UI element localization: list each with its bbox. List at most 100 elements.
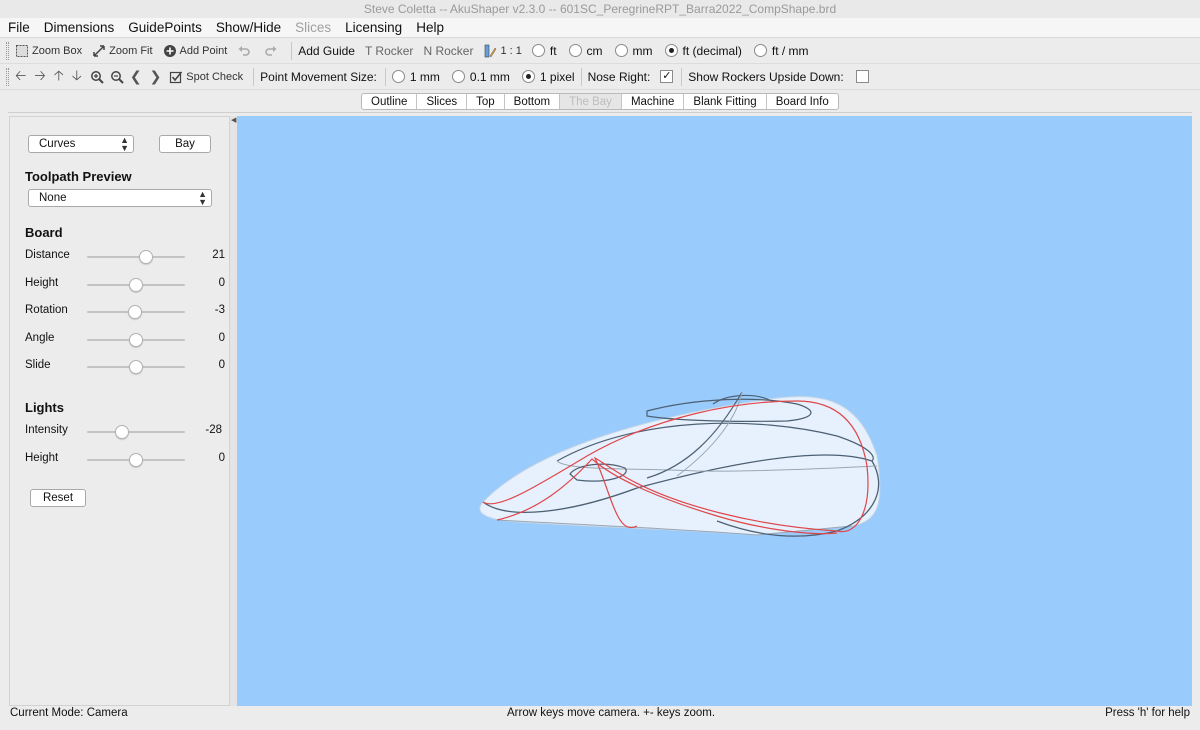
arrow-up-icon[interactable]: 🡡 [54,65,64,89]
help-hint-status: Press 'h' for help [1105,707,1190,719]
rockers-upside-down-checkbox[interactable] [855,70,869,83]
tab-machine[interactable]: Machine [622,94,685,109]
menu-slices[interactable]: Slices [295,20,331,35]
expand-arrows-icon [93,44,105,57]
t-rocker-button[interactable]: T Rocker [365,44,413,58]
arrow-down-icon[interactable]: 🡣 [72,65,82,89]
slider-knob[interactable] [129,278,143,292]
bay-3d-viewport[interactable] [237,116,1192,706]
toolbar-grip[interactable] [6,67,9,86]
intensity-slider[interactable] [87,425,185,439]
movement-label: 1 mm [409,69,440,84]
slide-slider[interactable] [87,360,185,374]
updown-icon: ▲ ▼ [120,135,129,153]
height-label: Height [25,277,59,289]
toolbar-separator [681,67,683,86]
view-tabs-bar: Outline Slices Top Bottom The Bay Machin… [8,91,1192,113]
radio-circle [391,70,405,83]
menu-file[interactable]: File [8,20,30,35]
unit-ft-decimal-radio[interactable]: ft (decimal) [664,44,742,58]
add-guide-button[interactable]: Add Guide [298,44,355,58]
rotation-value: -3 [214,304,225,316]
unit-ft-radio[interactable]: ft [531,44,557,58]
spot-check-label: Spot Check [186,70,244,83]
view-mode-select[interactable]: Curves ▲ ▼ [28,135,134,153]
angle-label: Angle [25,332,55,344]
collapse-arrow-icon[interactable]: ◀ [231,117,236,124]
plus-circle-icon [163,44,176,57]
redo-button[interactable] [264,44,281,58]
light-height-slider[interactable] [87,453,185,467]
slider-knob[interactable] [115,425,130,439]
reset-button[interactable]: Reset [30,489,86,507]
menu-show-hide[interactable]: Show/Hide [216,20,281,35]
nose-right-label: Nose Right: [587,69,651,84]
zoom-in-icon[interactable] [90,70,104,84]
movement-0-1mm-radio[interactable]: 0.1 mm [451,69,510,84]
unit-cm-radio[interactable]: cm [568,43,603,58]
intensity-label: Intensity [25,424,68,436]
toolbar-grip[interactable] [6,41,9,60]
add-point-label: Add Point [179,44,228,57]
zoom-out-icon[interactable] [110,70,124,84]
slider-knob[interactable] [129,360,143,374]
zoom-fit-label: Zoom Fit [109,44,153,57]
toolbar-separator [580,67,582,86]
view-tabs: Outline Slices Top Bottom The Bay Machin… [361,93,839,110]
menu-dimensions[interactable]: Dimensions [44,20,115,35]
menu-bar: File Dimensions GuidePoints Show/Hide Sl… [0,18,1200,38]
chevron-right-icon[interactable]: ❯ [150,68,162,85]
add-point-button[interactable]: Add Point [163,44,228,58]
slider-knob[interactable] [129,333,143,347]
check-square-icon [170,70,183,83]
unit-ft-mm-radio[interactable]: ft / mm [753,44,809,58]
secondary-toolbar: 🡠 🡢 🡡 🡣 ❮ ❯ Spot Check Point Movement Si… [0,64,1200,90]
panel-splitter[interactable]: ◀ [230,116,237,706]
movement-label: 0.1 mm [469,69,510,84]
updown-icon: ▲ ▼ [198,189,207,207]
tab-outline[interactable]: Outline [362,94,418,109]
menu-licensing[interactable]: Licensing [345,20,402,35]
slider-knob[interactable] [129,453,143,467]
arrow-right-icon[interactable]: 🡢 [34,65,45,89]
tab-top[interactable]: Top [467,94,505,109]
unit-mm-radio[interactable]: mm [614,44,653,58]
tab-blank-fitting[interactable]: Blank Fitting [684,94,767,109]
angle-slider[interactable] [87,333,185,347]
light-height-label: Height [25,452,59,464]
tab-the-bay[interactable]: The Bay [560,94,622,109]
slider-knob[interactable] [128,305,143,319]
undo-icon [238,45,250,56]
tab-bottom[interactable]: Bottom [505,94,561,109]
menu-help[interactable]: Help [416,20,444,35]
height-slider[interactable] [87,278,185,292]
slide-slider-row: Slide 0 [25,359,225,375]
distance-value: 21 [212,249,225,261]
tab-slices[interactable]: Slices [417,94,468,109]
chevron-left-icon[interactable]: ❮ [130,68,142,85]
unit-label: cm [586,43,603,58]
slide-label: Slide [25,359,51,371]
menu-guidepoints[interactable]: GuidePoints [128,20,202,35]
zoom-box-button[interactable]: Zoom Box [15,44,82,58]
bay-button[interactable]: Bay [159,135,211,153]
zoom-fit-button[interactable]: Zoom Fit [92,44,153,58]
toolpath-select[interactable]: None ▲ ▼ [28,189,212,207]
rotation-slider[interactable] [87,305,185,319]
undo-button[interactable] [237,44,254,58]
toolbar-separator [384,67,386,86]
tab-board-info[interactable]: Board Info [767,94,838,109]
nose-right-checkbox[interactable]: ✓ [660,70,674,83]
radio-circle [451,70,465,83]
redo-icon [265,45,277,56]
movement-1mm-radio[interactable]: 1 mm [391,69,440,84]
movement-1pixel-radio[interactable]: 1 pixel [521,70,575,84]
scale-button[interactable]: 1 : 1 [483,44,522,58]
angle-value: 0 [218,332,225,344]
distance-slider[interactable] [87,250,185,264]
spot-check-button[interactable]: Spot Check [169,70,243,84]
slider-knob[interactable] [138,250,153,264]
distance-label: Distance [25,249,70,261]
n-rocker-button[interactable]: N Rocker [423,44,473,58]
arrow-left-icon[interactable]: 🡠 [15,65,26,89]
